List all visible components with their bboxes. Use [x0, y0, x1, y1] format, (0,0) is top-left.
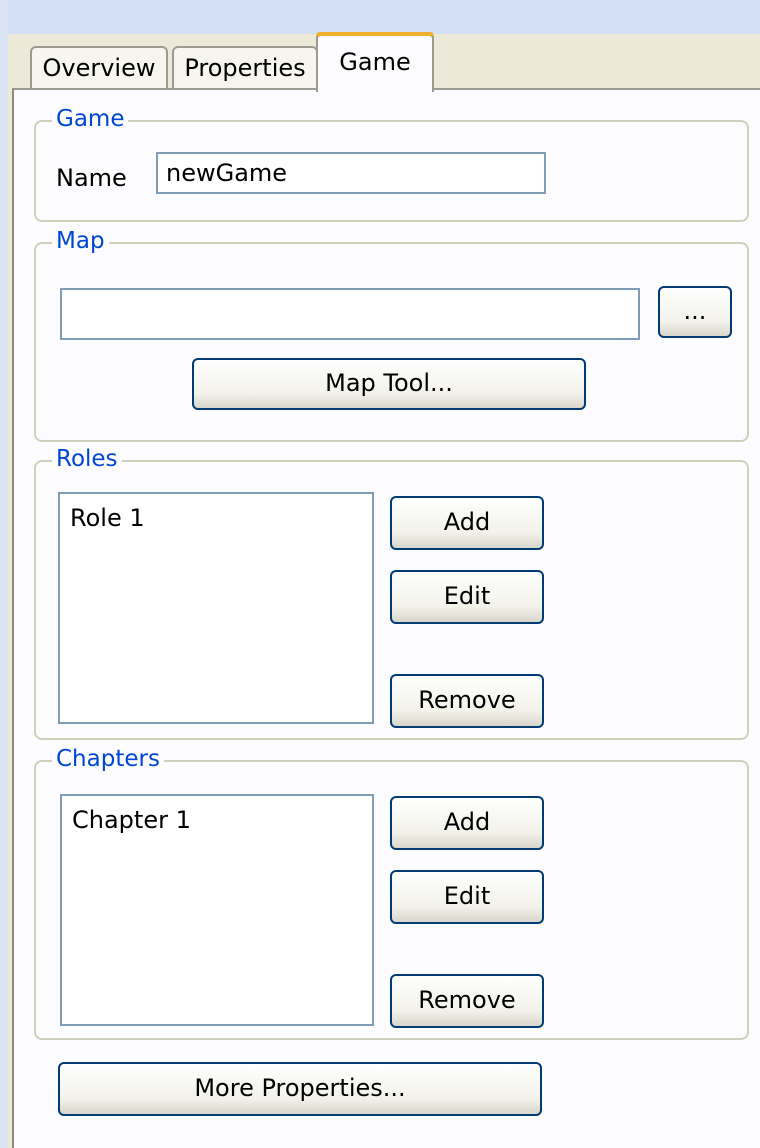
chapters-group-title: Chapters: [52, 744, 164, 774]
roles-list[interactable]: Role 1: [58, 492, 374, 724]
tab-overview[interactable]: Overview: [30, 46, 168, 88]
more-properties-button[interactable]: More Properties...: [58, 1062, 542, 1116]
add-role-button[interactable]: Add: [390, 496, 544, 550]
browse-map-button[interactable]: ...: [658, 286, 732, 338]
remove-role-button[interactable]: Remove: [390, 674, 544, 728]
edit-role-button[interactable]: Edit: [390, 570, 544, 624]
window-left-edge: [0, 0, 8, 1148]
list-item[interactable]: Chapter 1: [72, 806, 191, 834]
game-tab-panel: Game Name Map ... Map Tool... Roles Role…: [12, 88, 760, 1148]
name-input[interactable]: [156, 152, 546, 194]
map-group-title: Map: [52, 226, 109, 256]
chapters-group: Chapters Chapter 1 Add Edit Remove: [34, 744, 749, 1040]
name-label: Name: [56, 164, 127, 192]
remove-chapter-button[interactable]: Remove: [390, 974, 544, 1028]
tab-game[interactable]: Game: [316, 32, 434, 92]
roles-group-title: Roles: [52, 444, 122, 474]
tab-properties[interactable]: Properties: [172, 46, 318, 88]
chapters-list[interactable]: Chapter 1: [60, 794, 374, 1026]
game-group-title: Game: [52, 104, 129, 134]
map-path-input[interactable]: [60, 288, 640, 340]
game-group: Game Name: [34, 104, 749, 222]
add-chapter-button[interactable]: Add: [390, 796, 544, 850]
map-tool-button[interactable]: Map Tool...: [192, 358, 586, 410]
edit-chapter-button[interactable]: Edit: [390, 870, 544, 924]
map-group: Map ... Map Tool...: [34, 226, 749, 442]
list-item[interactable]: Role 1: [70, 504, 145, 532]
roles-group: Roles Role 1 Add Edit Remove: [34, 444, 749, 740]
window-top-strip: [0, 0, 760, 34]
